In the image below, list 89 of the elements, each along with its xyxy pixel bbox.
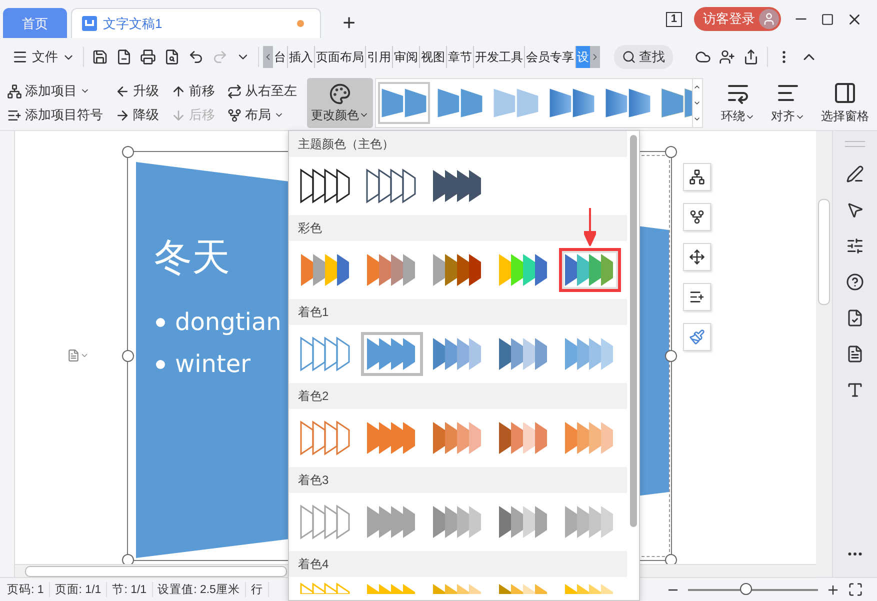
scroll-down-icon[interactable] bbox=[693, 99, 702, 107]
section-header: 主题颜色（主色） bbox=[289, 131, 627, 157]
bullet-text: winter bbox=[156, 350, 251, 378]
login-button[interactable]: 访客登录 bbox=[694, 7, 781, 31]
file-menu[interactable]: 文件 bbox=[8, 48, 79, 66]
palette-icon bbox=[329, 82, 351, 104]
resize-handle[interactable] bbox=[665, 146, 677, 158]
status-item: 页码: 1 bbox=[2, 582, 50, 597]
float-tool-button[interactable] bbox=[683, 163, 711, 191]
zoom-thumb[interactable] bbox=[740, 582, 752, 594]
float-tool-button[interactable] bbox=[683, 243, 711, 271]
list-add-icon bbox=[7, 108, 22, 122]
section-header: 着色4 bbox=[289, 551, 627, 577]
status-item: 设置值: 2.5厘米 bbox=[152, 582, 246, 597]
ribbon-tab[interactable]: 审阅 bbox=[393, 46, 420, 68]
search-icon bbox=[622, 50, 636, 64]
pane-icon bbox=[833, 81, 857, 105]
section-header: 彩色 bbox=[289, 215, 627, 241]
search-button[interactable]: 查找 bbox=[614, 45, 673, 69]
diagram-add-icon bbox=[7, 84, 22, 98]
hierarchy-icon bbox=[227, 108, 242, 122]
status-item: 节: 1/1 bbox=[107, 582, 153, 597]
vertical-scrollbar[interactable] bbox=[816, 131, 832, 577]
ribbon-tab[interactable]: 视图 bbox=[420, 46, 447, 68]
ribbon-tab[interactable]: 章节 bbox=[447, 46, 474, 68]
ribbon-command[interactable]: 从右至左 bbox=[225, 81, 299, 101]
ribbon-tab[interactable]: 引用 bbox=[366, 46, 393, 68]
resize-handle[interactable] bbox=[665, 350, 677, 362]
document-icon[interactable] bbox=[846, 345, 864, 363]
paragraph-icon[interactable] bbox=[67, 349, 89, 362]
slide-title: 冬天 bbox=[154, 234, 230, 281]
float-tool-button[interactable] bbox=[683, 203, 711, 231]
scroll-right-button[interactable] bbox=[590, 46, 600, 68]
ribbon-command[interactable]: 添加项目符号 bbox=[5, 105, 105, 125]
arrange-button[interactable]: 选择窗格 bbox=[813, 81, 877, 125]
resize-handle[interactable] bbox=[122, 146, 134, 158]
scrollbar-thumb[interactable] bbox=[818, 199, 830, 305]
style-option[interactable] bbox=[378, 82, 430, 124]
document-icon bbox=[82, 16, 97, 31]
ribbon-command[interactable]: 降级 bbox=[113, 105, 161, 125]
page-count-icon[interactable]: 1 bbox=[666, 12, 682, 26]
scrollbar-thumb[interactable] bbox=[25, 566, 287, 577]
maximize-icon[interactable] bbox=[821, 12, 834, 26]
avatar-icon bbox=[759, 9, 779, 29]
scroll-left-button[interactable] bbox=[263, 46, 273, 68]
ribbon-command[interactable]: 布局 bbox=[225, 105, 299, 125]
status-item: 页面: 1/1 bbox=[50, 582, 108, 597]
pen-icon[interactable] bbox=[846, 165, 864, 183]
connector-icon bbox=[689, 209, 705, 225]
menu-icon bbox=[12, 49, 28, 65]
ribbon-command[interactable]: 添加项目 bbox=[5, 81, 105, 101]
move-shape-icon bbox=[689, 249, 705, 265]
arrange-button[interactable]: 对齐 bbox=[763, 81, 813, 125]
ribbon-tab[interactable]: 台 bbox=[273, 46, 288, 68]
brush-icon bbox=[689, 329, 705, 345]
swap-icon bbox=[227, 84, 242, 98]
section-header: 着色2 bbox=[289, 383, 627, 409]
fit-window-icon[interactable] bbox=[848, 582, 863, 597]
add-shape-icon bbox=[689, 169, 705, 185]
down-arrow-icon bbox=[171, 108, 186, 122]
scrollbar-thumb[interactable] bbox=[630, 135, 637, 527]
bullet-text: dongtian bbox=[156, 308, 282, 336]
section-header: 着色3 bbox=[289, 467, 627, 493]
document-tab[interactable]: 文字文稿1 bbox=[71, 8, 321, 38]
ribbon-command[interactable]: 前移 bbox=[169, 81, 217, 101]
document-badge-icon[interactable] bbox=[846, 309, 864, 327]
right-arrow-icon bbox=[115, 108, 130, 122]
ribbon-command[interactable]: 升级 bbox=[113, 81, 161, 101]
help-icon[interactable] bbox=[846, 273, 864, 291]
color-scheme-option[interactable] bbox=[361, 332, 423, 376]
ribbon-tab[interactable]: 插入 bbox=[288, 46, 315, 68]
sliders-icon[interactable] bbox=[846, 237, 864, 255]
section-header: 着色1 bbox=[289, 299, 627, 325]
ribbon-tab[interactable]: 页面布局 bbox=[315, 46, 366, 68]
list-add-icon bbox=[689, 289, 705, 305]
status-item: 行 bbox=[246, 582, 269, 597]
color-scheme-option[interactable] bbox=[559, 248, 621, 292]
new-tab-button[interactable]: + bbox=[329, 8, 369, 38]
float-tool-button[interactable] bbox=[683, 283, 711, 311]
expand-icon[interactable] bbox=[693, 115, 702, 123]
zoom-in-icon[interactable] bbox=[826, 582, 840, 596]
pointer-icon[interactable] bbox=[846, 201, 864, 219]
text-icon[interactable] bbox=[846, 381, 864, 399]
resize-handle[interactable] bbox=[122, 350, 134, 362]
scroll-up-icon[interactable] bbox=[693, 83, 702, 91]
arrange-button[interactable]: 环绕 bbox=[713, 81, 763, 125]
grip-icon[interactable] bbox=[845, 141, 865, 147]
ribbon-tab[interactable]: 开发工具 bbox=[474, 46, 525, 68]
change-color-button[interactable]: 更改颜色 bbox=[307, 78, 373, 128]
